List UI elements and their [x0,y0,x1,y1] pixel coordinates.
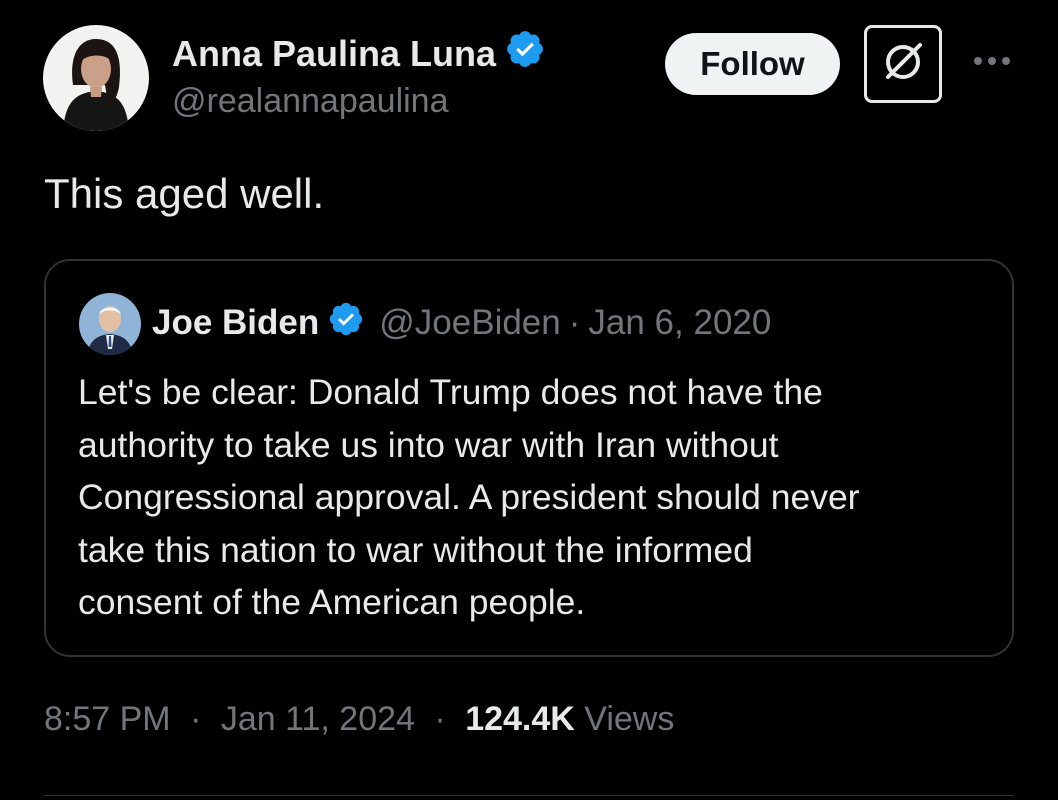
quote-author-name[interactable]: Joe Biden [152,303,319,343]
author-handle[interactable]: @realannapaulina [172,82,449,121]
quote-separator: · [568,303,581,342]
quoted-tweet-card[interactable]: Joe Biden @JoeBiden · Jan 6, 2020 Let's … [44,259,1014,657]
author-name-row[interactable]: Anna Paulina Luna [172,28,546,79]
quote-text-line: consent of the American people. [78,582,586,622]
quote-author-handle[interactable]: @JoeBiden [379,303,560,343]
tweet-time[interactable]: 8:57 PM [44,700,171,738]
meta-separator: · [434,700,446,738]
quote-avatar[interactable] [79,293,141,355]
quote-text-line: Let's be clear: Donald Trump does not ha… [78,372,823,412]
quote-date[interactable]: Jan 6, 2020 [588,303,771,343]
author-name[interactable]: Anna Paulina Luna [172,33,496,75]
quote-header: Joe Biden @JoeBiden · Jan 6, 2020 [152,299,771,347]
divider [44,795,1014,796]
grok-button[interactable] [864,25,942,103]
meta-separator: · [190,700,202,738]
quote-text-line: Congressional approval. A president shou… [78,477,860,517]
grok-icon [878,37,928,92]
follow-button[interactable]: Follow [665,33,840,95]
verified-badge-icon [327,300,365,347]
quote-text-line: authority to take us into war with Iran … [78,424,779,465]
author-avatar[interactable] [43,25,149,131]
verified-badge-icon [504,28,546,79]
tweet-text: This aged well. [44,170,325,217]
quote-text-line: take this nation to war without the info… [78,529,753,570]
more-dots-icon [972,54,1012,72]
tweet-date[interactable]: Jan 11, 2024 [221,700,415,738]
quote-text: Let's be clear: Donald Trump does not ha… [78,366,998,629]
more-button[interactable] [968,48,1016,78]
views-count[interactable]: 124.4K [465,700,575,738]
views-label: Views [584,700,675,738]
tweet-meta: 8:57 PM · Jan 11, 2024 · 124.4K Views [44,700,674,739]
